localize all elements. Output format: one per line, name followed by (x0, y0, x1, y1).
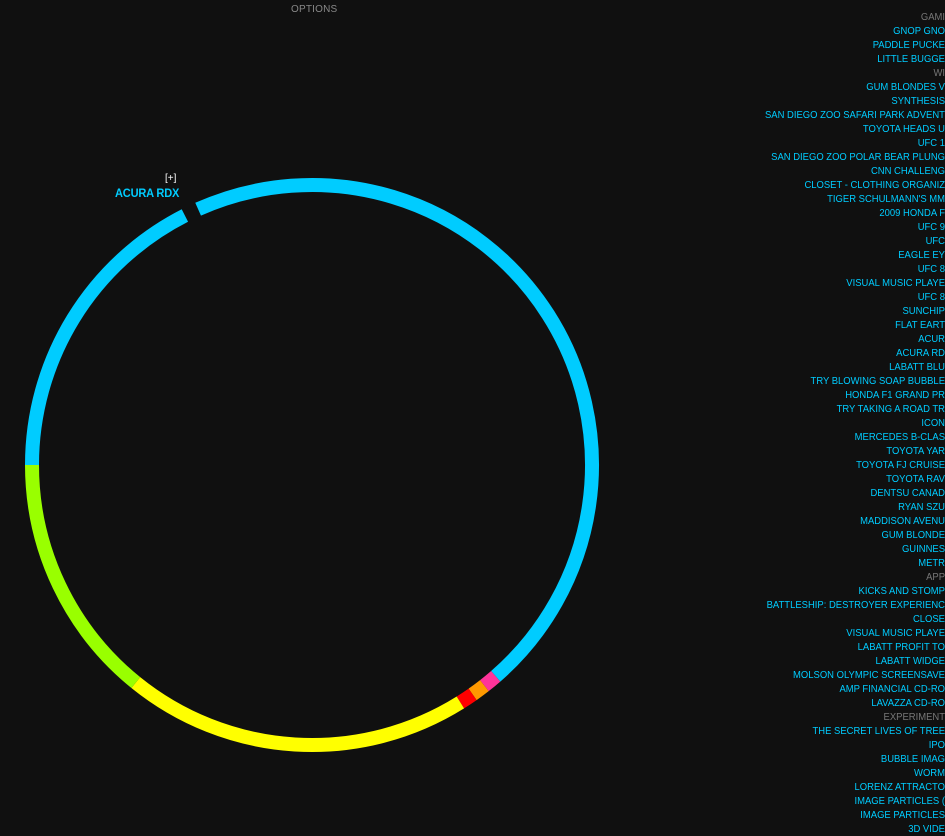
list-item[interactable]: 2009 HONDA F (765, 206, 945, 220)
list-item[interactable]: SAN DIEGO ZOO SAFARI PARK ADVENTUR (765, 108, 945, 122)
list-item[interactable]: VISUAL MUSIC PLAYE (765, 626, 945, 640)
list-item[interactable]: MOLSON OLYMPIC SCREENSAVE (765, 668, 945, 682)
list-item[interactable]: ICON (765, 416, 945, 430)
list-item[interactable]: BUBBLE IMAG (765, 752, 945, 766)
list-item[interactable]: IPO (765, 738, 945, 752)
list-item[interactable]: LITTLE BUGGE (765, 52, 945, 66)
expand-button[interactable]: [+] (165, 173, 176, 184)
list-item[interactable]: METR (765, 556, 945, 570)
ring-segment-1[interactable] (480, 671, 501, 692)
list-item[interactable]: LABATT WIDGE (765, 654, 945, 668)
list-category-header: WI (933, 67, 945, 79)
list-item[interactable]: ACURA RD (765, 346, 945, 360)
list-item[interactable]: TOYOTA HEADS U (765, 122, 945, 136)
ring-segment-4[interactable] (131, 677, 465, 752)
list-item[interactable]: KICKS AND STOMP (765, 584, 945, 598)
ring-segment-6[interactable] (25, 209, 189, 466)
list-item[interactable]: GUINNES (765, 542, 945, 556)
list-item[interactable]: IMAGE PARTICLES ( (765, 794, 945, 808)
list-item[interactable]: PADDLE PUCKE (765, 38, 945, 52)
selected-project-label: ACURA RDX (115, 186, 180, 200)
list-item[interactable]: LORENZ ATTRACTO (765, 780, 945, 794)
list-item[interactable]: GNOP GNO (765, 24, 945, 38)
list-item[interactable]: ACUR (765, 332, 945, 346)
list-item[interactable]: MERCEDES B-CLAS (765, 430, 945, 444)
list-item[interactable]: SAN DIEGO ZOO POLAR BEAR PLUNG (765, 150, 945, 164)
list-item[interactable]: LABATT BLU (765, 360, 945, 374)
list-category-header: EXPERIMENT (883, 711, 945, 723)
list-item[interactable]: AMP FINANCIAL CD-RO (765, 682, 945, 696)
list-item[interactable]: TRY BLOWING SOAP BUBBLE (765, 374, 945, 388)
list-item[interactable]: UFC 8 (765, 290, 945, 304)
list-item[interactable]: UFC 1 (765, 136, 945, 150)
list-item[interactable]: UFC 8 (765, 262, 945, 276)
list-item[interactable]: MADDISON AVENU (765, 514, 945, 528)
project-list: GAMI GNOP GNO PADDLE PUCKE LITTLE BUGGE WI GU… (745, 10, 945, 836)
list-item[interactable]: LABATT PROFIT TO (765, 640, 945, 654)
list-item[interactable]: VISUAL MUSIC PLAYE (765, 276, 945, 290)
list-item[interactable]: CLOSE (765, 612, 945, 626)
list-item[interactable]: TIGER SCHULMANN'S MM (765, 192, 945, 206)
list-item[interactable]: TOYOTA YAR (765, 444, 945, 458)
list-item[interactable]: FLAT EART (765, 318, 945, 332)
list-item[interactable]: SUNCHIP (765, 304, 945, 318)
list-item[interactable]: TRY TAKING A ROAD TR (765, 402, 945, 416)
list-item[interactable]: IMAGE PARTICLES (765, 808, 945, 822)
list-item[interactable]: EAGLE EY (765, 248, 945, 262)
list-item[interactable]: GUM BLONDES V (765, 80, 945, 94)
list-item[interactable]: TOYOTA RAV (765, 472, 945, 486)
ring-segment-0[interactable] (195, 178, 599, 682)
list-category-header: GAMI (920, 11, 945, 23)
list-item[interactable]: THE SECRET LIVES OF TREE (765, 724, 945, 738)
list-item[interactable]: TOYOTA FJ CRUISE (765, 458, 945, 472)
list-item[interactable]: DENTSU CANAD (765, 486, 945, 500)
list-item[interactable]: WORM (765, 766, 945, 780)
list-item[interactable]: BATTLESHIP: DESTROYER EXPERIENC (765, 598, 945, 612)
list-item[interactable]: HONDA F1 GRAND PR (765, 388, 945, 402)
list-item[interactable]: SYNTHESIS (765, 94, 945, 108)
ring-segment-5[interactable] (25, 464, 141, 689)
list-item[interactable]: RYAN SZU (765, 500, 945, 514)
ring-segment-3[interactable] (456, 688, 477, 709)
list-item[interactable]: UFC (765, 234, 945, 248)
list-category-header: APP (926, 571, 945, 583)
list-item[interactable]: GUM BLONDE (765, 528, 945, 542)
list-item[interactable]: UFC 9 (765, 220, 945, 234)
ring-segment-2[interactable] (468, 680, 489, 701)
list-item[interactable]: LAVAZZA CD-RO (765, 696, 945, 710)
project-ring[interactable] (0, 0, 620, 780)
list-item[interactable]: CNN CHALLENG (765, 164, 945, 178)
list-item[interactable]: CLOSET - CLOTHING ORGANIZ (765, 178, 945, 192)
